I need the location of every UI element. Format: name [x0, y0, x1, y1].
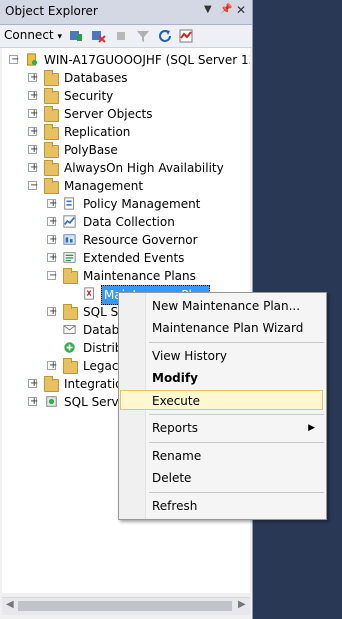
refresh-icon[interactable]: [157, 28, 173, 44]
folder-icon: [44, 178, 59, 194]
menu-item-refresh[interactable]: Refresh: [120, 496, 323, 516]
tree-label: Maintenance Plans: [83, 269, 196, 283]
submenu-arrow-icon: ▶: [308, 423, 315, 433]
collapse-toggle[interactable]: −: [28, 180, 38, 191]
title-bar: Object Explorer ▼ 📌 ✕: [0, 0, 252, 25]
menu-label: Delete: [152, 471, 192, 485]
expand-toggle[interactable]: +: [28, 126, 38, 137]
tree-server-node[interactable]: − WIN-A17GUOOOJHF (SQL Server 13.0.1: [2, 51, 250, 69]
folder-icon: [44, 376, 59, 392]
policy-icon: [64, 197, 74, 210]
expand-toggle[interactable]: +: [28, 396, 38, 407]
menu-item-new-maintenance-plan[interactable]: New Maintenance Plan...: [120, 296, 323, 316]
menu-separator: [149, 492, 324, 493]
resource-governor-icon: [63, 234, 76, 245]
menu-label: Maintenance Plan Wizard: [152, 321, 304, 335]
folder-icon: [44, 106, 59, 122]
dtc-icon: [64, 342, 75, 353]
tree-label: Extended Events: [83, 251, 185, 265]
server-icon: [27, 53, 38, 66]
menu-item-rename[interactable]: Rename: [120, 446, 323, 466]
tree-label: SQL Serve: [64, 395, 126, 409]
menu-label: New Maintenance Plan...: [152, 299, 301, 313]
tree-label: Integratio: [64, 377, 123, 391]
data-collection-icon: [63, 215, 76, 228]
expand-toggle[interactable]: +: [47, 216, 57, 227]
menu-label: Rename: [152, 449, 202, 463]
expand-toggle[interactable]: +: [28, 378, 38, 389]
expand-toggle[interactable]: +: [47, 306, 57, 317]
tree-label: Replication: [64, 125, 131, 139]
tree-label: Datab: [83, 323, 120, 337]
folder-icon: [44, 142, 59, 158]
tree-label: Server Objects: [64, 107, 153, 121]
collapse-toggle[interactable]: −: [47, 270, 57, 281]
menu-label: Reports: [152, 421, 199, 435]
folder-icon: [44, 124, 59, 140]
menu-label: Refresh: [152, 499, 198, 513]
tree-label: Data Collection: [83, 215, 175, 229]
tree-label: Resource Governor: [83, 233, 198, 247]
expand-toggle[interactable]: +: [28, 162, 38, 173]
tree-label: Security: [64, 89, 114, 103]
expand-toggle[interactable]: +: [47, 234, 57, 245]
dropdown-icon[interactable]: ▼: [204, 4, 212, 15]
folder-icon: [63, 304, 78, 320]
folder-icon: [44, 160, 59, 176]
close-icon[interactable]: ✕: [236, 3, 246, 17]
menu-separator: [149, 342, 324, 343]
horizontal-scrollbar[interactable]: ◀ ▶: [2, 597, 250, 615]
expand-toggle[interactable]: +: [28, 90, 38, 101]
database-mail-icon: [63, 325, 76, 334]
menu-item-execute[interactable]: Execute: [120, 390, 323, 410]
expand-toggle[interactable]: +: [47, 198, 57, 209]
filter-icon: [137, 31, 149, 42]
expand-toggle[interactable]: +: [47, 252, 57, 263]
collapse-toggle[interactable]: −: [9, 54, 19, 65]
menu-item-modify[interactable]: Modify: [120, 368, 323, 388]
folder-icon: [63, 358, 78, 374]
toolbar: Connect ▾: [0, 25, 252, 48]
expand-toggle[interactable]: +: [28, 108, 38, 119]
scroll-left-icon[interactable]: ◀: [6, 599, 14, 610]
menu-label: View History: [152, 349, 227, 363]
expand-toggle[interactable]: +: [47, 360, 57, 371]
connect-button[interactable]: Connect ▾: [4, 28, 62, 42]
pin-icon[interactable]: 📌: [220, 4, 232, 15]
activity-monitor-icon[interactable]: [178, 28, 194, 44]
stop-icon: [117, 32, 125, 40]
disconnect-icon[interactable]: [90, 28, 106, 44]
folder-icon: [44, 70, 59, 86]
tree-label: AlwaysOn High Availability: [64, 161, 224, 175]
expand-toggle[interactable]: +: [28, 144, 38, 155]
scroll-right-icon[interactable]: ▶: [238, 599, 246, 610]
tree-label: Databases: [64, 71, 128, 85]
scrollbar-thumb[interactable]: [18, 601, 232, 611]
menu-separator: [149, 414, 324, 415]
tree-label: PolyBase: [64, 143, 118, 157]
tree-label: Management: [64, 179, 144, 193]
menu-label: Modify: [152, 371, 198, 385]
folder-icon: [44, 88, 59, 104]
menu-label: Execute: [152, 394, 200, 408]
folder-icon: [63, 268, 78, 284]
panel-title: Object Explorer: [5, 4, 98, 18]
extended-events-icon: [63, 252, 76, 263]
menu-item-reports[interactable]: Reports ▶: [120, 418, 323, 438]
tree-label: Distrib: [83, 341, 123, 355]
expand-toggle[interactable]: +: [28, 72, 38, 83]
menu-item-maintenance-plan-wizard[interactable]: Maintenance Plan Wizard: [120, 318, 323, 338]
server-label: WIN-A17GUOOOJHF (SQL Server 13.0.1: [44, 53, 250, 67]
maintenance-plan-icon: [84, 287, 94, 300]
connect-object-explorer-icon[interactable]: [68, 28, 84, 44]
menu-separator: [149, 442, 324, 443]
tree-label: Policy Management: [83, 197, 201, 211]
sql-agent-icon: [46, 396, 57, 407]
context-menu: New Maintenance Plan... Maintenance Plan…: [118, 292, 327, 520]
menu-item-view-history[interactable]: View History: [120, 346, 323, 366]
menu-item-delete[interactable]: Delete: [120, 468, 323, 488]
